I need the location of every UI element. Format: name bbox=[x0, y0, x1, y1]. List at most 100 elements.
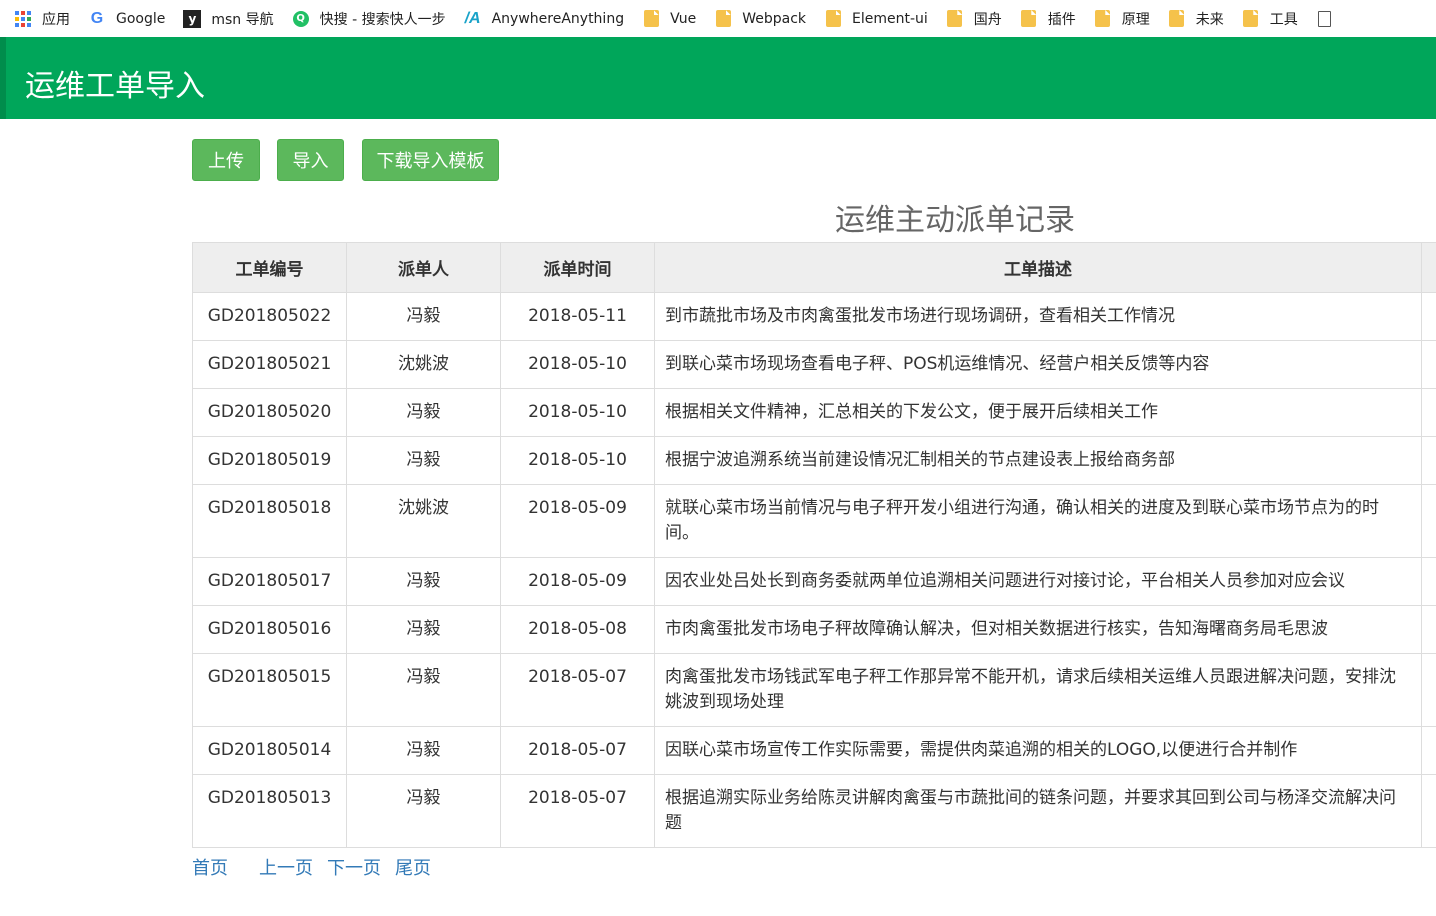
bookmark-label: 原理 bbox=[1121, 11, 1150, 28]
bookmark-label: 国舟 bbox=[973, 11, 1002, 28]
table-row: GD201805015 冯毅 2018-05-07 肉禽蛋批发市场钱武军电子秤工作那异… bbox=[192, 653, 1436, 727]
cell-description: 因农业处吕处长到商务委就两单位追溯相关问题进行对接讨论，平台相关人员参加对应会议 bbox=[654, 557, 1422, 606]
folder-icon bbox=[825, 10, 841, 27]
bookmark-folder-vue[interactable]: Vue bbox=[642, 10, 696, 28]
cell-extra bbox=[1421, 388, 1436, 437]
bookmark-label: Element-ui bbox=[852, 10, 928, 27]
folder-icon bbox=[1095, 10, 1111, 27]
cell-person: 冯毅 bbox=[346, 292, 501, 341]
cell-id: GD201805022 bbox=[192, 292, 347, 341]
cell-person: 沈姚波 bbox=[346, 340, 501, 389]
folder-icon bbox=[715, 10, 731, 27]
bookmark-msn[interactable]: y msn 导航 bbox=[183, 9, 274, 29]
folder-icon bbox=[1243, 10, 1259, 27]
cell-extra bbox=[1421, 557, 1436, 606]
msn-icon: y bbox=[183, 9, 202, 28]
cell-description: 根据追溯实际业务给陈灵讲解肉禽蛋与市蔬批间的链条问题，并要求其回到公司与杨泽交流… bbox=[654, 774, 1422, 848]
cell-id: GD201805014 bbox=[192, 726, 347, 775]
cell-person: 冯毅 bbox=[346, 557, 501, 606]
bookmark-folder-principles[interactable]: 原理 bbox=[1094, 9, 1150, 29]
table-row: GD201805017 冯毅 2018-05-09 因农业处吕处长到商务委就两单位追溯… bbox=[192, 557, 1436, 606]
table-row: GD201805019 冯毅 2018-05-10 根据宁波追溯系统当前建设情况汇制相… bbox=[192, 436, 1436, 485]
bookmark-folder-webpack[interactable]: Webpack bbox=[714, 10, 806, 28]
bookmark-folder-tools[interactable]: 工具 bbox=[1242, 9, 1298, 29]
column-header-id: 工单编号 bbox=[192, 242, 347, 293]
document-icon bbox=[1318, 10, 1332, 27]
bookmark-label: 应用 bbox=[42, 11, 70, 28]
cell-person: 冯毅 bbox=[346, 436, 501, 485]
bookmark-apps[interactable]: 应用 bbox=[14, 9, 70, 29]
upload-button[interactable]: 上传 bbox=[192, 139, 260, 181]
download-template-button[interactable]: 下载导入模板 bbox=[362, 139, 499, 181]
cell-person: 冯毅 bbox=[346, 726, 501, 775]
column-header-person: 派单人 bbox=[346, 242, 501, 293]
page-title: 运维工单导入 bbox=[25, 69, 205, 104]
cell-date: 2018-05-10 bbox=[500, 436, 655, 485]
last-page-link[interactable]: 尾页 bbox=[395, 854, 431, 880]
bookmark-label: 未来 bbox=[1195, 11, 1224, 28]
records-table: 工单编号 派单人 派单时间 工单描述 GD201805022 冯毅 2018-05-… bbox=[192, 242, 1436, 848]
cell-date: 2018-05-07 bbox=[500, 774, 655, 848]
first-page-link[interactable]: 首页 bbox=[192, 854, 228, 880]
table-row: GD201805013 冯毅 2018-05-07 根据追溯实际业务给陈灵讲解肉禽蛋与… bbox=[192, 774, 1436, 848]
cell-description: 到市蔬批市场及市肉禽蛋批发市场进行现场调研，查看相关工作情况 bbox=[654, 292, 1422, 341]
kuaisou-icon: Q bbox=[292, 10, 309, 27]
cell-description: 就联心菜市场当前情况与电子秤开发小组进行沟通，确认相关的进度及到联心菜市场节点为… bbox=[654, 484, 1422, 558]
cell-person: 沈姚波 bbox=[346, 484, 501, 558]
anywhere-icon: /A bbox=[464, 9, 481, 27]
pagination: 首页 上一页 下一页 尾页 bbox=[192, 854, 431, 880]
bookmark-folder-future[interactable]: 未来 bbox=[1168, 9, 1224, 29]
bookmark-label: msn 导航 bbox=[211, 11, 274, 28]
cell-person: 冯毅 bbox=[346, 388, 501, 437]
cell-date: 2018-05-10 bbox=[500, 340, 655, 389]
table-title: 运维主动派单记录 bbox=[835, 203, 1075, 238]
table-body: GD201805022 冯毅 2018-05-11 到市蔬批市场及市肉禽蛋批发市场进行… bbox=[192, 292, 1436, 848]
cell-description: 肉禽蛋批发市场钱武军电子秤工作那异常不能开机，请求后续相关运维人员跟进解决问题，… bbox=[654, 653, 1422, 727]
cell-description: 根据相关文件精神，汇总相关的下发公文，便于展开后续相关工作 bbox=[654, 388, 1422, 437]
folder-icon bbox=[1169, 10, 1185, 27]
table-row: GD201805022 冯毅 2018-05-11 到市蔬批市场及市肉禽蛋批发市场进行… bbox=[192, 292, 1436, 341]
cell-date: 2018-05-09 bbox=[500, 557, 655, 606]
cell-id: GD201805016 bbox=[192, 605, 347, 654]
cell-description: 到联心菜市场现场查看电子秤、POS机运维情况、经营户相关反馈等内容 bbox=[654, 340, 1422, 389]
cell-id: GD201805017 bbox=[192, 557, 347, 606]
cell-id: GD201805020 bbox=[192, 388, 347, 437]
import-button[interactable]: 导入 bbox=[277, 139, 344, 181]
cell-id: GD201805021 bbox=[192, 340, 347, 389]
cell-extra bbox=[1421, 340, 1436, 389]
bookmark-folder-element-ui[interactable]: Element-ui bbox=[824, 10, 928, 28]
cell-extra bbox=[1421, 726, 1436, 775]
cell-date: 2018-05-10 bbox=[500, 388, 655, 437]
cell-description: 因联心菜市场宣传工作实际需要，需提供肉菜追溯的相关的LOGO,以便进行合并制作 bbox=[654, 726, 1422, 775]
prev-page-link[interactable]: 上一页 bbox=[259, 854, 313, 880]
cell-date: 2018-05-09 bbox=[500, 484, 655, 558]
cell-id: GD201805019 bbox=[192, 436, 347, 485]
cell-id: GD201805013 bbox=[192, 774, 347, 848]
bookmark-anywhere[interactable]: /A AnywhereAnything bbox=[464, 10, 624, 28]
column-header-date: 派单时间 bbox=[500, 242, 655, 293]
bookmark-folder-guozhou[interactable]: 国舟 bbox=[946, 9, 1002, 29]
records-table-container: 工单编号 派单人 派单时间 工单描述 GD201805022 冯毅 2018-05-… bbox=[192, 242, 1436, 848]
folder-icon bbox=[1021, 10, 1037, 27]
column-header-extra bbox=[1421, 242, 1436, 293]
next-page-link[interactable]: 下一页 bbox=[327, 854, 381, 880]
bookmark-label: 快搜 - 搜索快人一步 bbox=[319, 11, 446, 28]
table-row: GD201805014 冯毅 2018-05-07 因联心菜市场宣传工作实际需要，需提… bbox=[192, 726, 1436, 775]
folder-icon bbox=[643, 10, 659, 27]
column-header-description: 工单描述 bbox=[654, 242, 1422, 293]
bookmark-kuaisou[interactable]: Q 快搜 - 搜索快人一步 bbox=[292, 9, 446, 29]
bookmark-document[interactable] bbox=[1316, 10, 1344, 28]
cell-extra bbox=[1421, 436, 1436, 485]
table-row: GD201805016 冯毅 2018-05-08 市肉禽蛋批发市场电子秤故障确认解决… bbox=[192, 605, 1436, 654]
cell-extra bbox=[1421, 605, 1436, 654]
bookmark-google[interactable]: G Google bbox=[88, 10, 166, 28]
table-row: GD201805021 沈姚波 2018-05-10 到联心菜市场现场查看电子秤、PO… bbox=[192, 340, 1436, 389]
page-header: 运维工单导入 bbox=[0, 37, 1436, 119]
cell-date: 2018-05-11 bbox=[500, 292, 655, 341]
table-row: GD201805020 冯毅 2018-05-10 根据相关文件精神，汇总相关的下发公… bbox=[192, 388, 1436, 437]
bookmark-label: 工具 bbox=[1269, 11, 1298, 28]
bookmark-label: Google bbox=[116, 10, 166, 27]
bookmark-folder-plugins[interactable]: 插件 bbox=[1020, 9, 1076, 29]
folder-icon bbox=[947, 10, 963, 27]
cell-extra bbox=[1421, 774, 1436, 848]
